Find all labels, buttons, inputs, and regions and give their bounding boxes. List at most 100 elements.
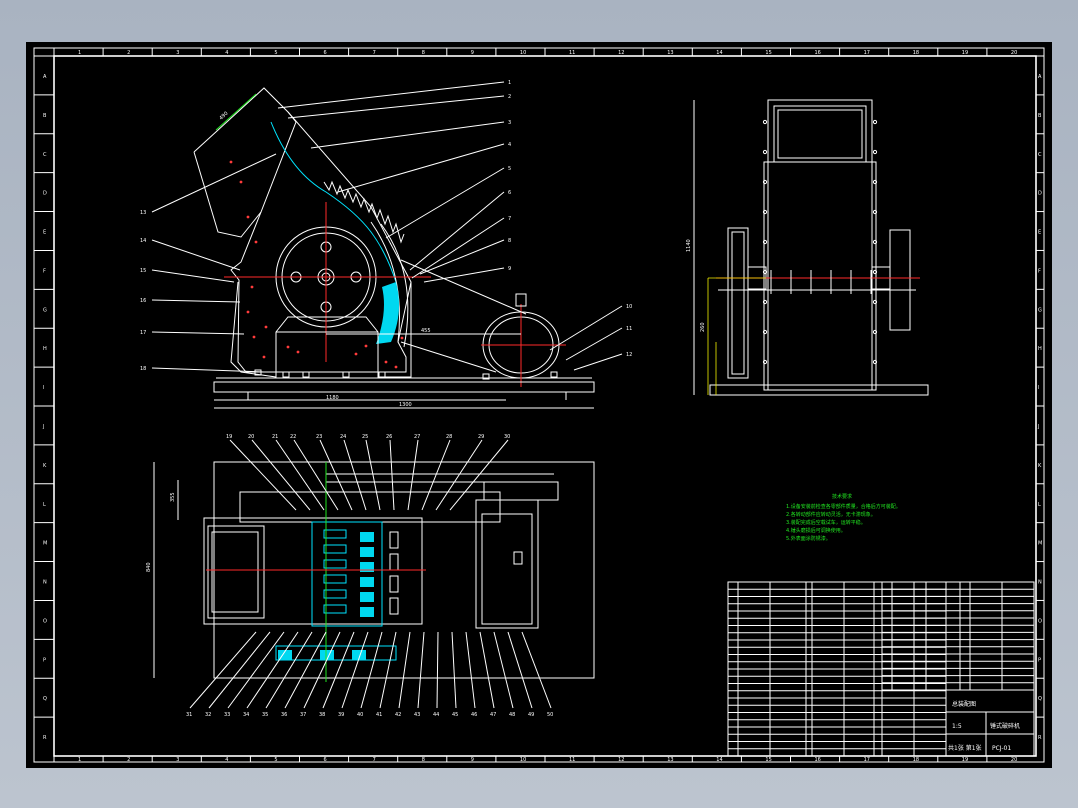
leader-line xyxy=(322,631,355,709)
leader-line xyxy=(411,217,505,279)
bolt xyxy=(252,335,256,339)
hammer-head xyxy=(323,589,347,599)
part-balloon: 25 xyxy=(362,434,368,440)
zone-col-label: 1 xyxy=(78,50,81,56)
zone-col-label: 13 xyxy=(667,50,673,56)
zone-row-label: Q xyxy=(43,696,47,702)
zone-row-label: K xyxy=(43,463,47,469)
side-bolt xyxy=(872,239,878,245)
zone-row-label: G xyxy=(43,307,47,313)
zone-col-label: 16 xyxy=(815,50,821,56)
bolt xyxy=(296,350,300,354)
part-balloon: 1 xyxy=(508,80,511,86)
zone-col-label: 17 xyxy=(864,50,870,56)
bolt xyxy=(354,352,358,356)
zone-col-label: 7 xyxy=(373,50,376,56)
zone-row-label: F xyxy=(1038,268,1041,274)
top-view: 840 355 19 20 21 22 23 24 25 26 27 28 29 30 31 32 33 34… xyxy=(146,434,595,718)
bearing-block xyxy=(389,575,399,593)
bolt xyxy=(254,240,258,244)
inner-border xyxy=(53,55,1037,757)
leader-line xyxy=(310,121,505,149)
hammer-head-fill xyxy=(360,607,374,617)
zone-col-label: 2 xyxy=(127,757,130,763)
bolt xyxy=(364,344,368,348)
dim-1180: 1180 xyxy=(326,395,339,401)
hammer-head-fill xyxy=(360,592,374,602)
zone-col-label: 14 xyxy=(716,50,722,56)
leader-line xyxy=(287,95,505,119)
title-block-code: PCJ-01 xyxy=(992,745,1011,752)
zone-col-label: 4 xyxy=(225,757,228,763)
zone-row-label: E xyxy=(1038,230,1041,236)
part-balloon: 49 xyxy=(528,712,534,718)
leader-line xyxy=(398,631,411,709)
part-balloon: 33 xyxy=(224,712,230,718)
part-balloon: 3 xyxy=(508,120,511,126)
top-belt-guard xyxy=(483,481,559,501)
cad-drawing-viewport[interactable]: 1 1 2 2 3 3 4 4 5 5 6 6 7 7 8 8 9 9 10 10 11 11 12 12 13 13 14 14 15… xyxy=(26,42,1052,768)
part-balloon: 8 xyxy=(508,238,511,244)
bolt xyxy=(262,355,266,359)
top-motor xyxy=(475,499,539,629)
part-balloon: 28 xyxy=(446,434,452,440)
zone-row-label: L xyxy=(43,502,46,508)
side-flywheel xyxy=(889,229,911,331)
zone-row-label: A xyxy=(43,74,47,80)
part-balloon: 32 xyxy=(205,712,211,718)
part-balloon: 13 xyxy=(140,210,146,216)
zone-row-label: A xyxy=(1038,74,1042,80)
leader-line xyxy=(151,269,235,283)
base-frame xyxy=(213,381,595,393)
side-casing xyxy=(767,99,873,391)
zone-col-label: 12 xyxy=(618,50,624,56)
zone-col-label: 18 xyxy=(913,757,919,763)
zone-col-label: 15 xyxy=(765,757,771,763)
tech-note-2: 2.各转动部件应转动灵活，无卡滞现象。 xyxy=(786,511,876,518)
zone-row-label: C xyxy=(1038,152,1042,158)
zone-col-label: 11 xyxy=(569,50,575,56)
zone-row-label: D xyxy=(1038,191,1042,197)
bolt xyxy=(246,215,250,219)
side-bolt xyxy=(762,179,768,185)
screen-bars xyxy=(376,282,400,344)
leader-line xyxy=(436,631,439,709)
zone-col-label: 19 xyxy=(962,757,968,763)
side-bolt xyxy=(872,269,878,275)
top-view-leaders: 19 20 21 22 23 24 25 26 27 28 29 30 31 32 33 34 35 36 37 38… xyxy=(186,434,553,718)
zone-row-label: R xyxy=(43,735,47,741)
anchor-bolt xyxy=(342,371,350,378)
anchor-bolt xyxy=(282,371,290,378)
part-balloon: 46 xyxy=(471,712,477,718)
zone-col-label: 13 xyxy=(667,757,673,763)
title-block-name: 锤式破碎机 xyxy=(990,722,1020,730)
cad-drawing: 1122334455667788991010111112121313141415… xyxy=(33,47,1045,763)
part-balloon: 23 xyxy=(316,434,322,440)
zone-col-label: 18 xyxy=(913,50,919,56)
zone-col-label: 2 xyxy=(127,50,130,56)
zone-col-label: 3 xyxy=(176,757,179,763)
leader-line xyxy=(303,631,341,709)
part-balloon: 47 xyxy=(490,712,496,718)
part-balloon: 31 xyxy=(186,712,192,718)
side-bolt xyxy=(872,119,878,125)
leader-line xyxy=(337,143,505,193)
zone-row-label: O xyxy=(43,618,47,624)
zone-row-label: J xyxy=(1037,424,1039,430)
zone-row-label: O xyxy=(1038,618,1042,624)
side-bolt xyxy=(762,239,768,245)
bolt xyxy=(286,345,290,349)
side-bolt xyxy=(872,149,878,155)
leader-line xyxy=(151,367,265,373)
leader-line xyxy=(549,305,623,351)
zone-row-label: P xyxy=(1038,657,1041,663)
zone-col-label: 20 xyxy=(1011,757,1017,763)
leader-line xyxy=(389,439,395,511)
zone-col-label: 6 xyxy=(324,50,327,56)
side-pulley xyxy=(727,227,749,379)
hammer-head xyxy=(323,559,347,569)
part-balloon: 6 xyxy=(508,190,511,196)
bolt xyxy=(229,160,233,164)
zone-row-label: N xyxy=(1038,580,1042,586)
zone-col-label: 14 xyxy=(716,757,722,763)
